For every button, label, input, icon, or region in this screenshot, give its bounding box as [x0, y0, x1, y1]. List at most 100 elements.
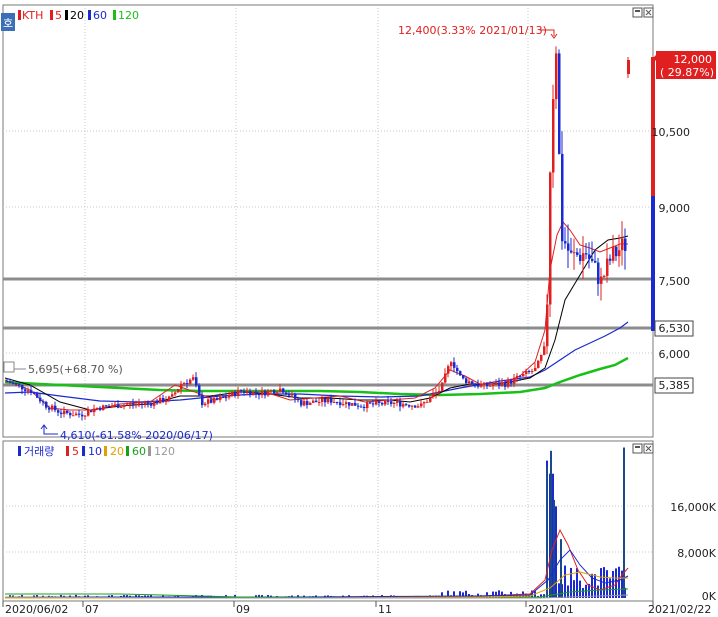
candle[interactable] [81, 414, 84, 417]
candle[interactable] [381, 402, 384, 405]
candle[interactable] [585, 253, 588, 255]
candle[interactable] [588, 254, 591, 259]
candle[interactable] [273, 390, 276, 394]
candle[interactable] [435, 392, 438, 394]
candle[interactable] [39, 397, 42, 402]
candle[interactable] [615, 246, 618, 257]
candle[interactable] [138, 403, 141, 405]
volume-bar[interactable] [555, 506, 557, 598]
candle[interactable] [492, 384, 495, 386]
candle[interactable] [261, 390, 264, 396]
candle[interactable] [258, 393, 261, 396]
candle[interactable] [150, 403, 153, 406]
candle[interactable] [27, 390, 30, 392]
candle[interactable] [504, 382, 507, 387]
candle[interactable] [279, 388, 282, 393]
candle[interactable] [129, 403, 132, 405]
candle[interactable] [477, 384, 480, 387]
candle[interactable] [105, 405, 108, 407]
volume-bar[interactable] [612, 570, 614, 598]
candle[interactable] [360, 406, 363, 408]
candle[interactable] [303, 401, 306, 406]
candle[interactable] [480, 385, 483, 387]
maximize-button-volume[interactable] [632, 443, 643, 454]
candle[interactable] [9, 381, 12, 383]
candle[interactable] [153, 401, 156, 406]
candle[interactable] [66, 410, 69, 413]
candle[interactable] [117, 404, 120, 408]
candle[interactable] [189, 379, 192, 384]
candle[interactable] [330, 398, 333, 403]
candle[interactable] [36, 393, 39, 398]
candle[interactable] [42, 401, 45, 403]
candle[interactable] [489, 385, 492, 387]
candle[interactable] [162, 398, 165, 403]
candle[interactable] [621, 238, 624, 251]
candle[interactable] [456, 367, 459, 372]
candle[interactable] [159, 398, 162, 404]
volume-bar[interactable] [558, 583, 560, 598]
volume-bar[interactable] [618, 566, 620, 598]
candle[interactable] [6, 381, 9, 383]
candle[interactable] [369, 402, 372, 404]
candle[interactable] [450, 362, 453, 367]
candle[interactable] [516, 375, 519, 378]
candle[interactable] [357, 405, 360, 407]
candle[interactable] [348, 402, 351, 406]
candle[interactable] [399, 401, 402, 407]
candle[interactable] [54, 405, 57, 411]
candle[interactable] [546, 304, 549, 347]
candle[interactable] [336, 402, 339, 404]
candle[interactable] [219, 397, 222, 400]
candle[interactable] [366, 402, 369, 409]
candle[interactable] [618, 250, 621, 257]
candle[interactable] [591, 258, 594, 261]
candle[interactable] [297, 398, 300, 401]
candle[interactable] [351, 403, 354, 406]
candle[interactable] [462, 375, 465, 379]
candle[interactable] [51, 405, 54, 410]
volume-bar[interactable] [573, 580, 575, 598]
candle[interactable] [333, 402, 336, 404]
candle[interactable] [327, 398, 330, 403]
volume-bar[interactable] [606, 570, 608, 598]
candle[interactable] [318, 402, 321, 404]
candle[interactable] [354, 403, 357, 406]
volume-bar[interactable] [570, 567, 572, 598]
candle[interactable] [444, 373, 447, 383]
candle[interactable] [114, 404, 117, 407]
candle[interactable] [174, 392, 177, 395]
candle[interactable] [84, 415, 87, 417]
candle[interactable] [507, 380, 510, 387]
candle[interactable] [156, 401, 159, 404]
candle[interactable] [267, 390, 270, 396]
candle[interactable] [171, 394, 174, 397]
candle[interactable] [243, 391, 246, 393]
candle[interactable] [483, 382, 486, 386]
candle[interactable] [12, 382, 15, 384]
candle[interactable] [270, 390, 273, 392]
candle[interactable] [528, 371, 531, 373]
candle[interactable] [573, 252, 576, 254]
candle[interactable] [579, 254, 582, 261]
candle[interactable] [447, 366, 450, 374]
candle[interactable] [432, 393, 435, 397]
candle[interactable] [213, 398, 216, 403]
candle[interactable] [414, 405, 417, 408]
candle[interactable] [603, 275, 606, 277]
candle[interactable] [525, 371, 528, 374]
candle[interactable] [543, 346, 546, 355]
candle[interactable] [78, 413, 81, 415]
candle[interactable] [624, 238, 627, 251]
candle[interactable] [555, 53, 558, 100]
candle[interactable] [30, 390, 33, 393]
candle[interactable] [426, 401, 429, 403]
candle[interactable] [408, 405, 411, 407]
candle[interactable] [294, 394, 297, 399]
maximize-button[interactable] [632, 7, 643, 18]
volume-spike[interactable] [546, 467, 548, 598]
candle[interactable] [204, 403, 207, 406]
candle[interactable] [126, 404, 129, 406]
candle[interactable] [147, 402, 150, 404]
candle[interactable] [564, 241, 567, 244]
